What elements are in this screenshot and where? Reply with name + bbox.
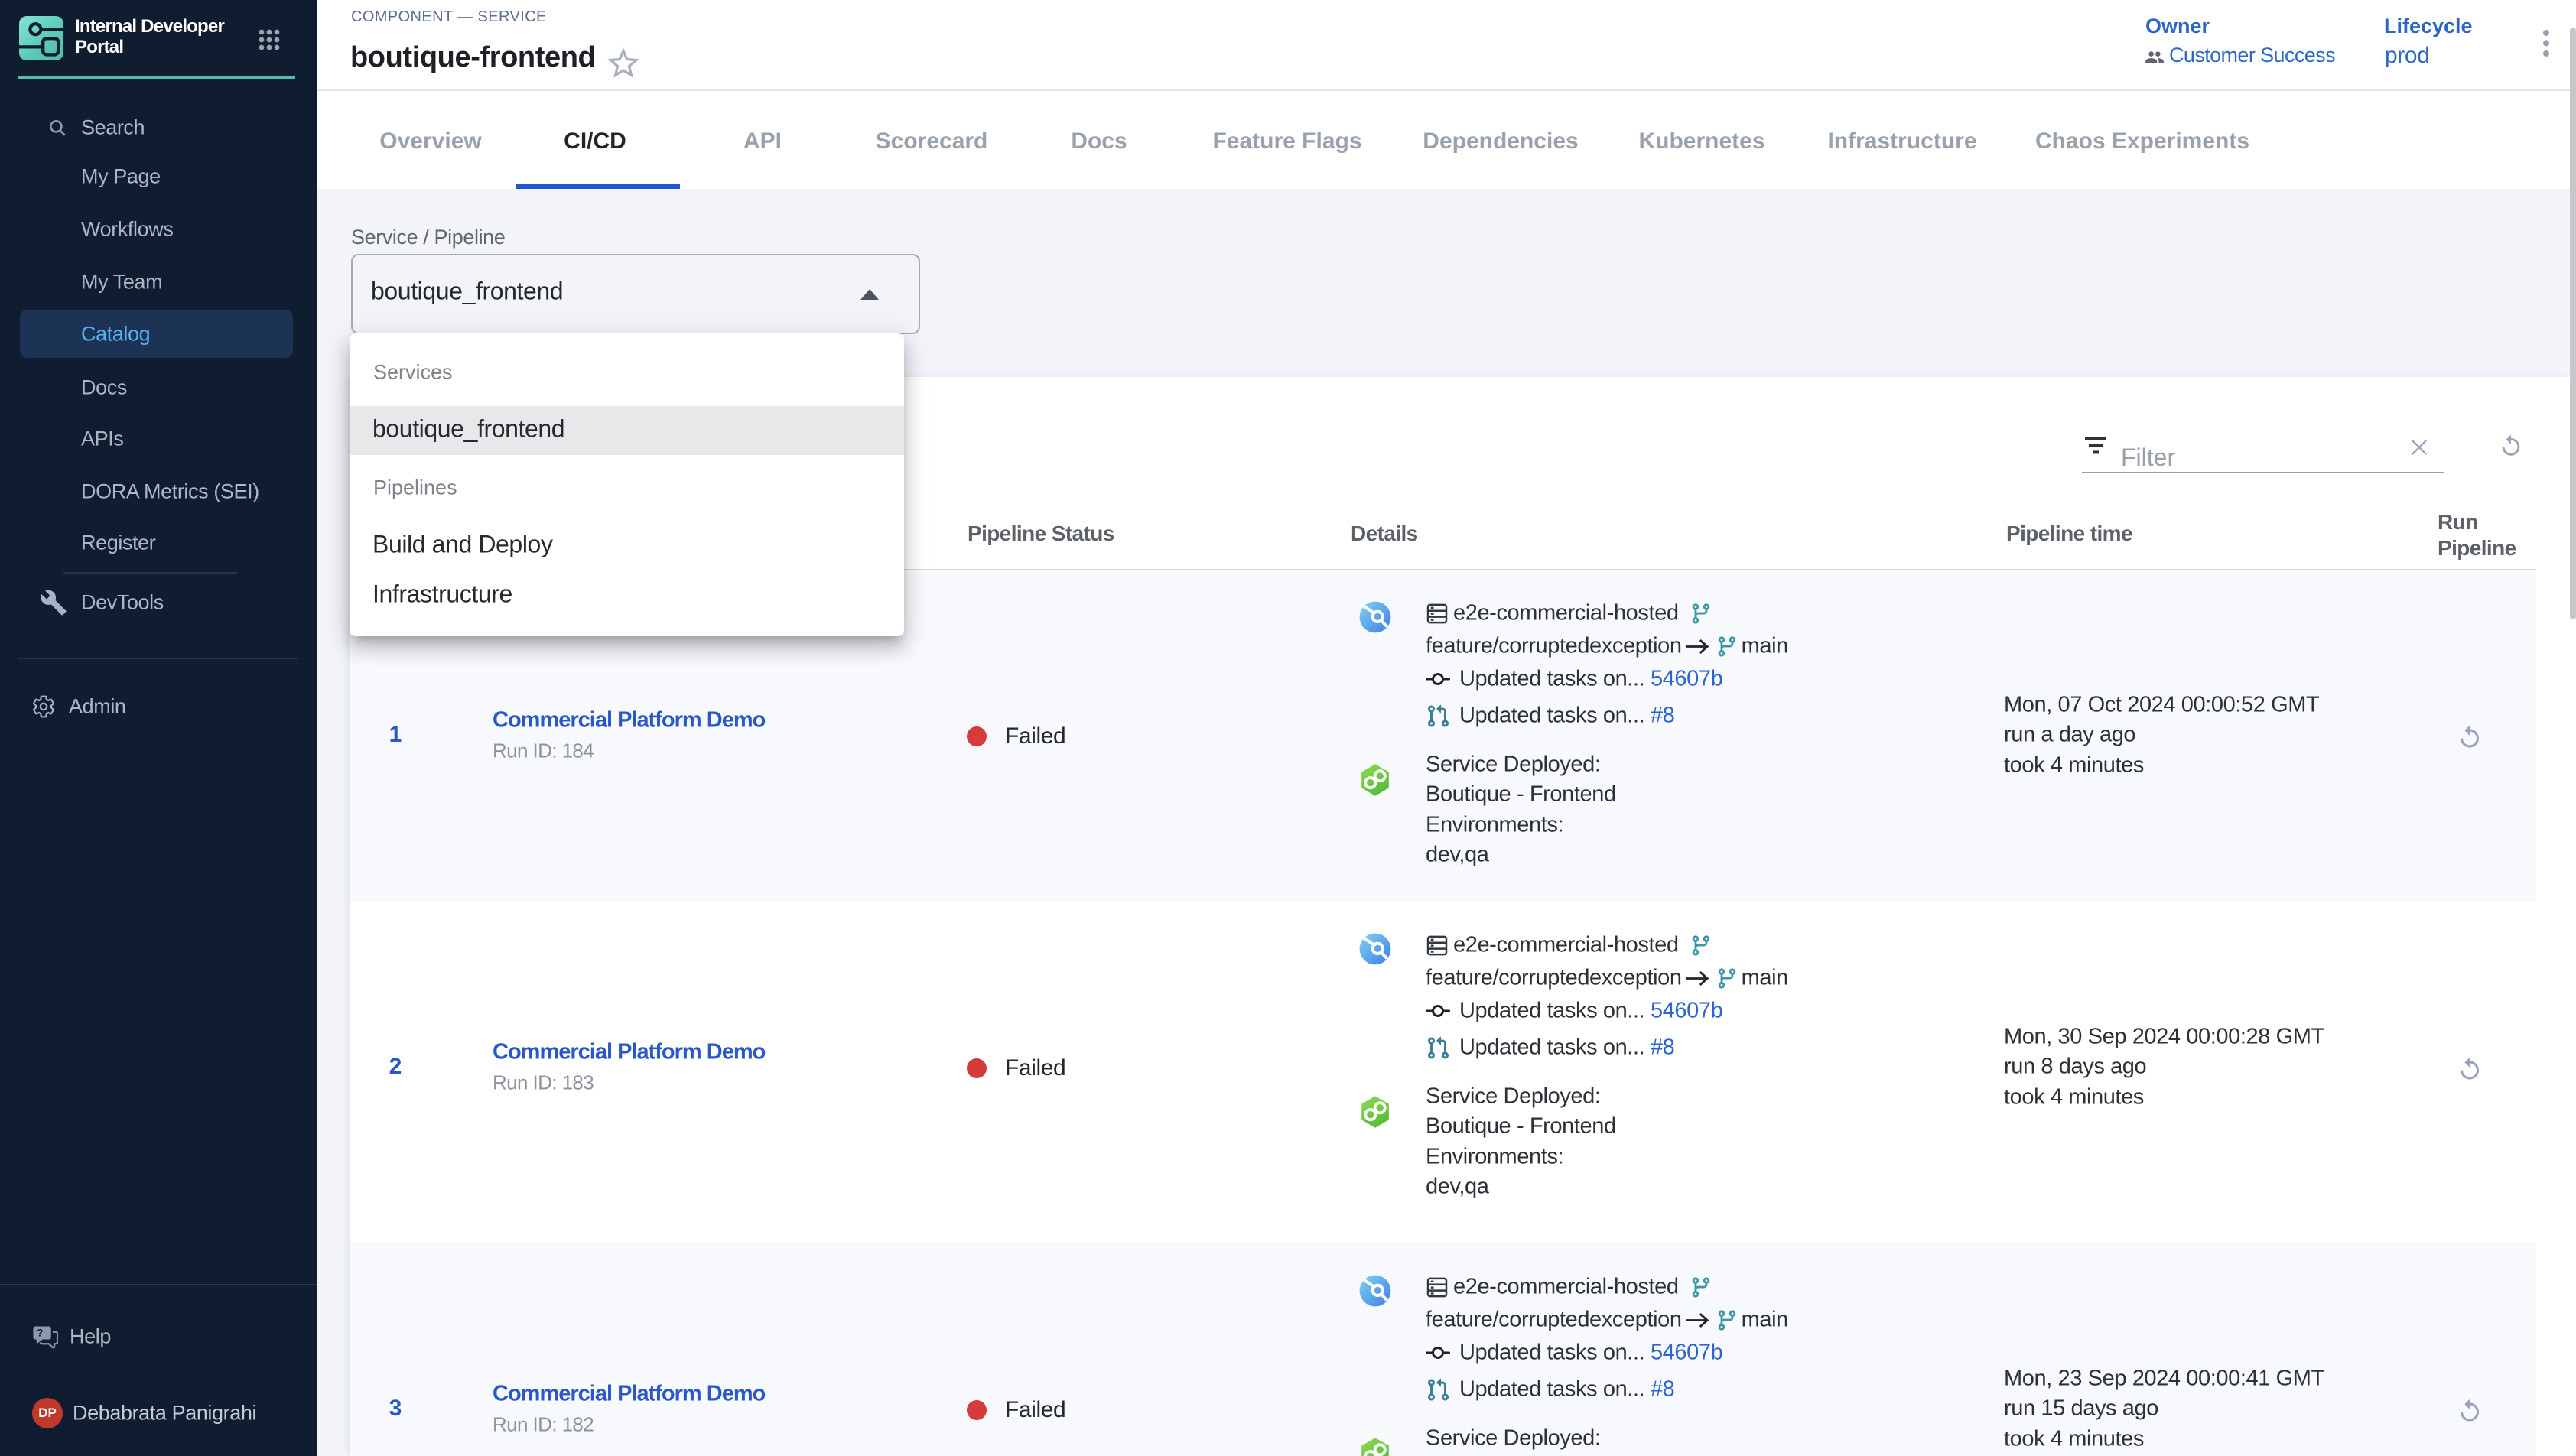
svg-text:?: ?: [37, 1327, 44, 1339]
